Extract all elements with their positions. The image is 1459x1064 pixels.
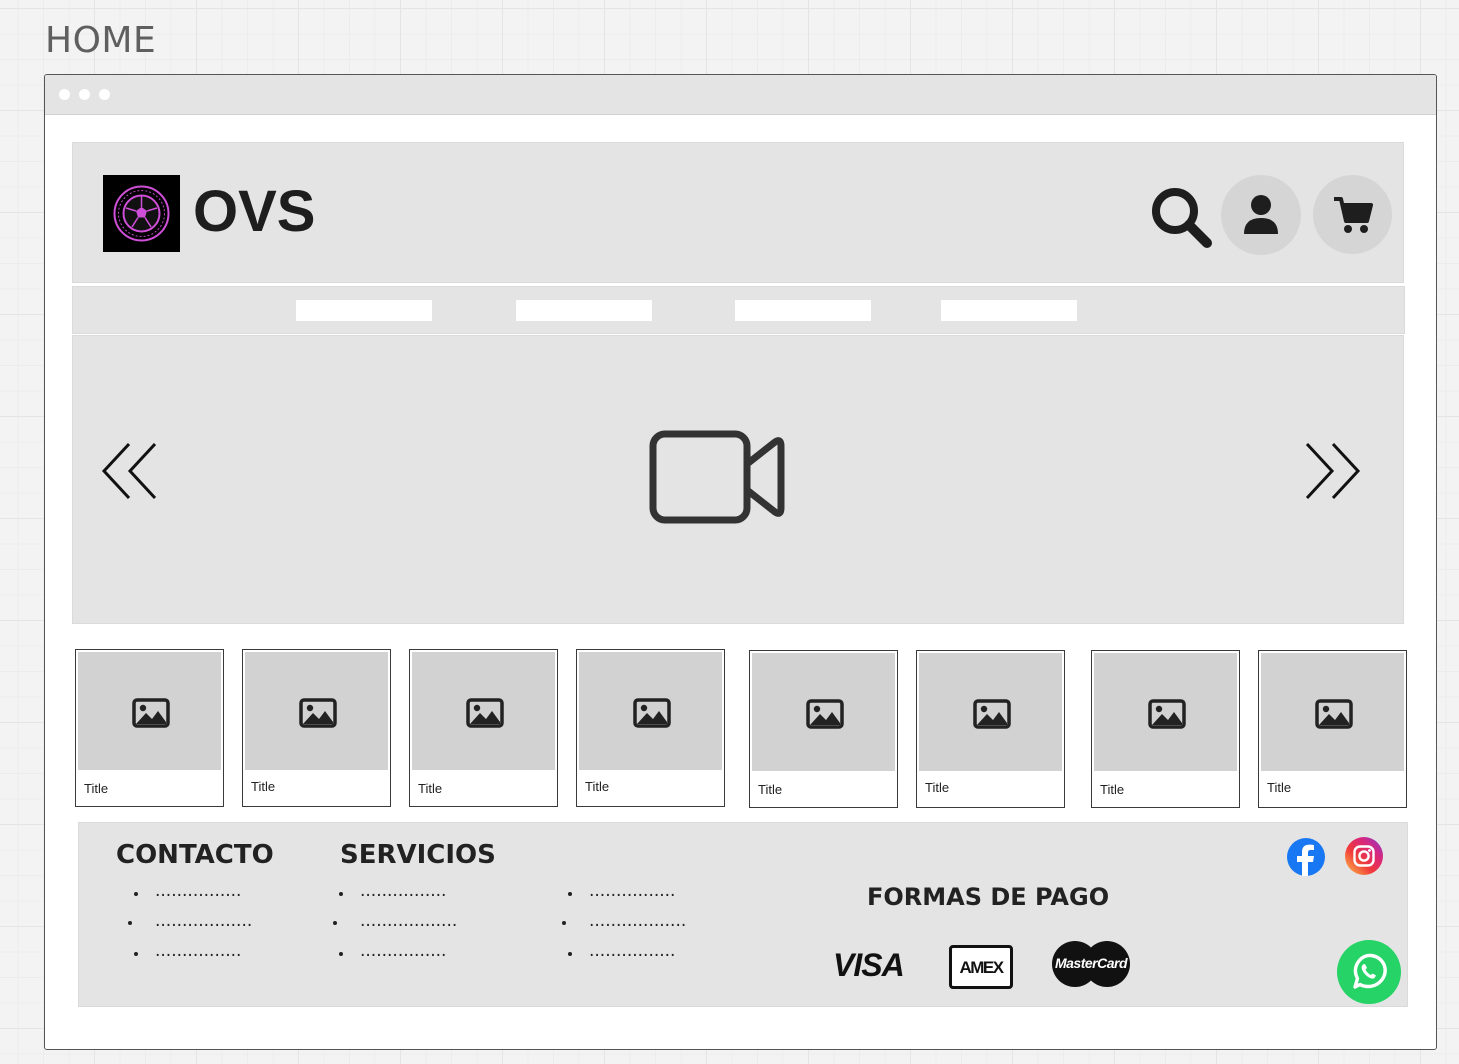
mastercard-label: MasterCard [1054, 955, 1128, 971]
bullet [134, 952, 138, 956]
nav-item-3[interactable] [735, 300, 871, 321]
image-icon [466, 698, 504, 728]
servicios-item[interactable]: ................ [360, 941, 446, 961]
bullet [333, 921, 337, 925]
image-icon [633, 698, 671, 728]
hero-carousel [72, 335, 1404, 624]
user-icon [1244, 195, 1278, 234]
bullet [568, 952, 572, 956]
product-card[interactable]: Title [75, 649, 224, 807]
card-title: Title [1100, 782, 1125, 797]
window-dot [79, 89, 90, 100]
cart-button[interactable] [1313, 175, 1392, 254]
nav-item-4[interactable] [941, 300, 1077, 321]
site-header: OVS [72, 142, 1404, 283]
account-button[interactable] [1221, 175, 1301, 255]
amex-label: AMEX [959, 958, 1004, 977]
image-placeholder [78, 652, 221, 770]
window-dot [99, 89, 110, 100]
extra-item[interactable]: ................ [589, 881, 675, 901]
double-chevron-left-icon[interactable] [101, 441, 161, 501]
bullet [134, 892, 138, 896]
cart-icon [1334, 197, 1373, 233]
bullet [339, 952, 343, 956]
card-title: Title [251, 779, 276, 794]
bullet [568, 892, 572, 896]
instagram-icon[interactable] [1344, 836, 1384, 876]
contacto-item[interactable]: ................ [155, 941, 241, 961]
image-icon [1315, 699, 1353, 729]
image-icon [132, 698, 170, 728]
image-placeholder [1261, 653, 1404, 771]
servicios-item[interactable]: ................ [360, 881, 446, 901]
servicios-heading: SERVICIOS [340, 840, 496, 870]
image-icon [973, 699, 1011, 729]
bullet [339, 892, 343, 896]
product-card[interactable]: Title [916, 650, 1065, 808]
window-dot [59, 89, 70, 100]
contacto-heading: CONTACTO [116, 840, 274, 870]
formas-de-pago-heading: FORMAS DE PAGO [867, 883, 1110, 911]
contacto-item[interactable]: ................ [155, 881, 241, 901]
bullet [128, 921, 132, 925]
card-title: Title [585, 779, 610, 794]
card-title: Title [758, 782, 783, 797]
extra-item[interactable]: .................. [589, 911, 686, 931]
search-icon[interactable] [1147, 183, 1217, 253]
soccer-ball-logo-icon [113, 185, 170, 242]
card-title: Title [1267, 780, 1292, 795]
site-footer: CONTACTO ................ ..............… [78, 822, 1408, 1007]
image-icon [806, 699, 844, 729]
extra-item[interactable]: ................ [589, 941, 675, 961]
logo[interactable] [103, 175, 180, 252]
image-icon [1148, 699, 1186, 729]
mastercard-logo: MasterCard [1052, 941, 1130, 987]
product-card[interactable]: Title [749, 650, 898, 808]
browser-title-bar [45, 75, 1436, 115]
nav-item-1[interactable] [296, 300, 432, 321]
image-icon [299, 698, 337, 728]
product-card[interactable]: Title [242, 649, 391, 807]
visa-logo: VISA [833, 947, 905, 983]
double-chevron-right-icon[interactable] [1304, 441, 1364, 501]
image-placeholder [579, 652, 722, 770]
image-placeholder [919, 653, 1062, 771]
product-card[interactable]: Title [409, 649, 558, 807]
video-camera-icon [649, 430, 785, 524]
product-card[interactable]: Title [1091, 650, 1240, 808]
nav-item-2[interactable] [516, 300, 652, 321]
page-label: HOME [45, 20, 157, 61]
product-card[interactable]: Title [576, 649, 725, 807]
image-placeholder [245, 652, 388, 770]
card-title: Title [418, 781, 443, 796]
image-placeholder [412, 652, 555, 770]
browser-window: OVS Title Title Title Title Title Title … [44, 74, 1437, 1050]
servicios-item[interactable]: .................. [360, 911, 457, 931]
main-nav [72, 286, 1405, 334]
amex-logo: AMEX [949, 945, 1013, 989]
image-placeholder [1094, 653, 1237, 771]
facebook-icon[interactable] [1286, 837, 1326, 877]
image-placeholder [752, 653, 895, 771]
card-title: Title [925, 780, 950, 795]
brand-name[interactable]: OVS [193, 183, 316, 241]
bullet [562, 921, 566, 925]
contacto-item[interactable]: .................. [155, 911, 252, 931]
product-card[interactable]: Title [1258, 650, 1407, 808]
card-title: Title [84, 781, 109, 796]
whatsapp-icon[interactable] [1336, 939, 1402, 1005]
